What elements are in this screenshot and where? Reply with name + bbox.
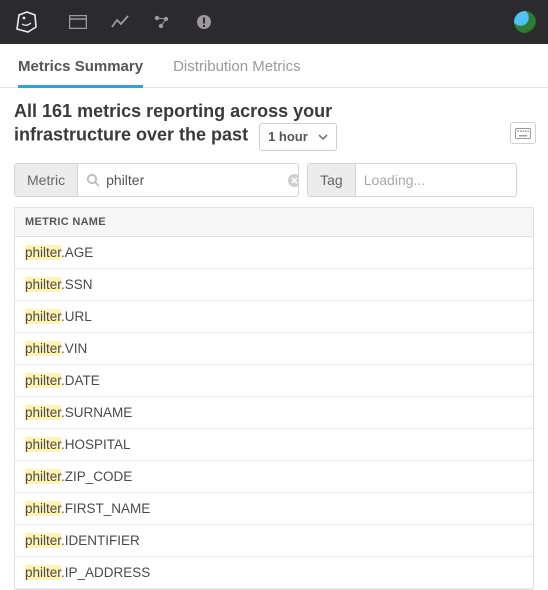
chart-icon[interactable]: [110, 12, 130, 32]
chevron-down-icon: [318, 134, 328, 140]
dashboard-icon[interactable]: [68, 12, 88, 32]
metric-suffix: .DATE: [61, 373, 100, 388]
time-range-select[interactable]: 1 hour: [259, 123, 337, 151]
table-row[interactable]: philter.IDENTIFIER: [15, 525, 533, 557]
highlight-match: philter: [25, 245, 61, 260]
table-row[interactable]: philter.DATE: [15, 365, 533, 397]
metric-suffix: .FIRST_NAME: [61, 501, 150, 516]
highlight-match: philter: [25, 469, 61, 484]
table-row[interactable]: philter.VIN: [15, 333, 533, 365]
infrastructure-icon[interactable]: [152, 12, 172, 32]
metric-suffix: .SSN: [61, 277, 93, 292]
metric-filter: Metric: [14, 163, 299, 197]
keyboard-shortcuts-button[interactable]: [510, 122, 536, 144]
filters-row: Metric Tag: [0, 159, 548, 207]
metric-filter-label: Metric: [15, 164, 78, 196]
clear-metric-button[interactable]: [287, 173, 299, 188]
metric-suffix: .IDENTIFIER: [61, 533, 140, 548]
metric-suffix: .VIN: [61, 341, 87, 356]
metric-suffix: .SURNAME: [61, 405, 132, 420]
page-heading: All 161 metrics reporting across your in…: [14, 100, 454, 151]
tag-filter: Tag: [307, 163, 517, 197]
metric-filter-input-wrap: [78, 164, 298, 196]
highlight-match: philter: [25, 437, 61, 452]
close-circle-icon: [287, 173, 299, 188]
heading-prefix: All: [14, 101, 42, 121]
metrics-table: METRIC NAME philter.AGEphilter.SSNphilte…: [14, 207, 534, 590]
keyboard-icon: [515, 128, 531, 139]
table-header[interactable]: METRIC NAME: [15, 208, 533, 237]
metric-suffix: .HOSPITAL: [61, 437, 131, 452]
table-row[interactable]: philter.FIRST_NAME: [15, 493, 533, 525]
time-range-value: 1 hour: [268, 129, 308, 146]
metric-suffix: .IP_ADDRESS: [61, 565, 150, 580]
highlight-match: philter: [25, 277, 61, 292]
table-row[interactable]: philter.SSN: [15, 269, 533, 301]
tabs: Metrics Summary Distribution Metrics: [0, 44, 548, 88]
highlight-match: philter: [25, 341, 61, 356]
logo[interactable]: [12, 8, 42, 36]
highlight-match: philter: [25, 373, 61, 388]
heading-count: 161: [42, 101, 72, 121]
user-avatar[interactable]: [514, 11, 536, 33]
metric-suffix: .AGE: [61, 245, 93, 260]
table-row[interactable]: philter.URL: [15, 301, 533, 333]
highlight-match: philter: [25, 405, 61, 420]
search-icon: [86, 173, 100, 187]
alert-icon[interactable]: [194, 12, 214, 32]
highlight-match: philter: [25, 533, 61, 548]
datadog-logo-icon: [13, 9, 41, 35]
highlight-match: philter: [25, 309, 61, 324]
highlight-match: philter: [25, 501, 61, 516]
tag-search-input[interactable]: [364, 172, 517, 188]
tag-filter-input-wrap[interactable]: [356, 164, 516, 196]
metric-suffix: .ZIP_CODE: [61, 469, 132, 484]
table-row[interactable]: philter.ZIP_CODE: [15, 461, 533, 493]
table-row[interactable]: philter.AGE: [15, 237, 533, 269]
metric-search-input[interactable]: [106, 172, 287, 188]
table-row[interactable]: philter.SURNAME: [15, 397, 533, 429]
tag-filter-label: Tag: [308, 164, 356, 196]
metric-suffix: .URL: [61, 309, 92, 324]
tab-distribution-metrics[interactable]: Distribution Metrics: [173, 58, 301, 87]
tab-metrics-summary[interactable]: Metrics Summary: [18, 58, 143, 88]
page-heading-row: All 161 metrics reporting across your in…: [0, 88, 548, 159]
table-body: philter.AGEphilter.SSNphilter.URLphilter…: [15, 237, 533, 589]
highlight-match: philter: [25, 565, 61, 580]
nav-icons: [68, 12, 514, 32]
top-nav: [0, 0, 548, 44]
table-row[interactable]: philter.HOSPITAL: [15, 429, 533, 461]
